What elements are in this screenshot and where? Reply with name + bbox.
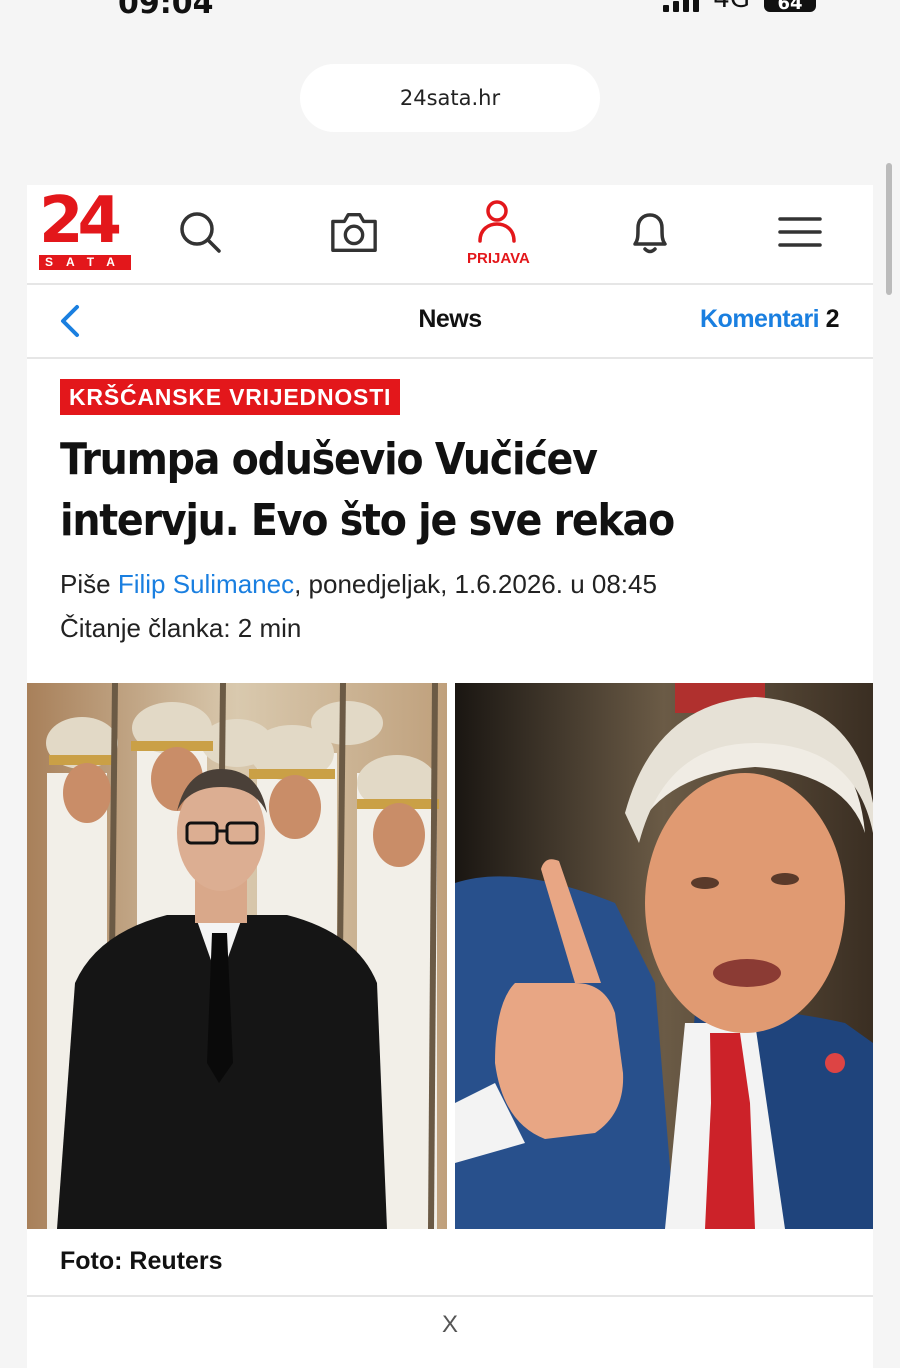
menu-icon[interactable] [775,207,825,257]
article-byline: Piše Filip Sulimanec, ponedjeljak, 1.6.2… [60,569,657,600]
page-scrollbar[interactable] [886,163,892,295]
comments-label: Komentari [700,305,820,333]
read-time: Čitanje članka: 2 min [60,613,302,643]
logo-number: 24 [39,185,122,258]
camera-icon[interactable] [329,207,379,257]
web-page: 24 SATA PRIJAVA News Komentari 2 KRŠĆANS… [27,185,873,1368]
battery-level: 64 [777,0,803,14]
photo-right-panel [455,683,873,1229]
search-icon[interactable] [175,207,225,257]
photo-caption: Foto: Reuters [60,1247,223,1275]
status-time: 09:04 [118,0,214,21]
login-button[interactable]: PRIJAVA [467,199,530,267]
article-headline: Trumpa oduševio Vučićev intervju. Evo št… [60,434,675,546]
url-bar[interactable]: 24sata.hr [300,64,600,132]
battery-icon: 64 [764,0,816,14]
status-indicators: 4G 64 [663,0,816,14]
login-label: PRIJAVA [467,250,530,267]
divider [27,1295,873,1297]
section-nav: News Komentari 2 [27,285,873,359]
network-type: 4G [713,0,750,12]
comments-count: 2 [825,305,840,333]
logo-sub: SATA [39,255,131,270]
site-logo[interactable]: 24 SATA [39,189,131,271]
comments-link[interactable]: Komentari 2 [700,305,840,334]
signal-icon [663,0,700,12]
author-link[interactable]: Filip Sulimanec [118,569,294,599]
user-icon [478,200,516,243]
article-photo[interactable] [27,683,873,1229]
url-text: 24sata.hr [399,86,501,110]
photo-left-panel [27,683,447,1229]
byline-date: , ponedjeljak, 1.6.2026. u 08:45 [294,569,657,599]
site-header: 24 SATA PRIJAVA [27,185,873,285]
article-kicker[interactable]: KRŠĆANSKE VRIJEDNOSTI [60,379,401,415]
bell-icon[interactable] [625,207,675,257]
ad-close-button[interactable]: X [27,1311,873,1339]
byline-prefix: Piše [60,569,118,599]
